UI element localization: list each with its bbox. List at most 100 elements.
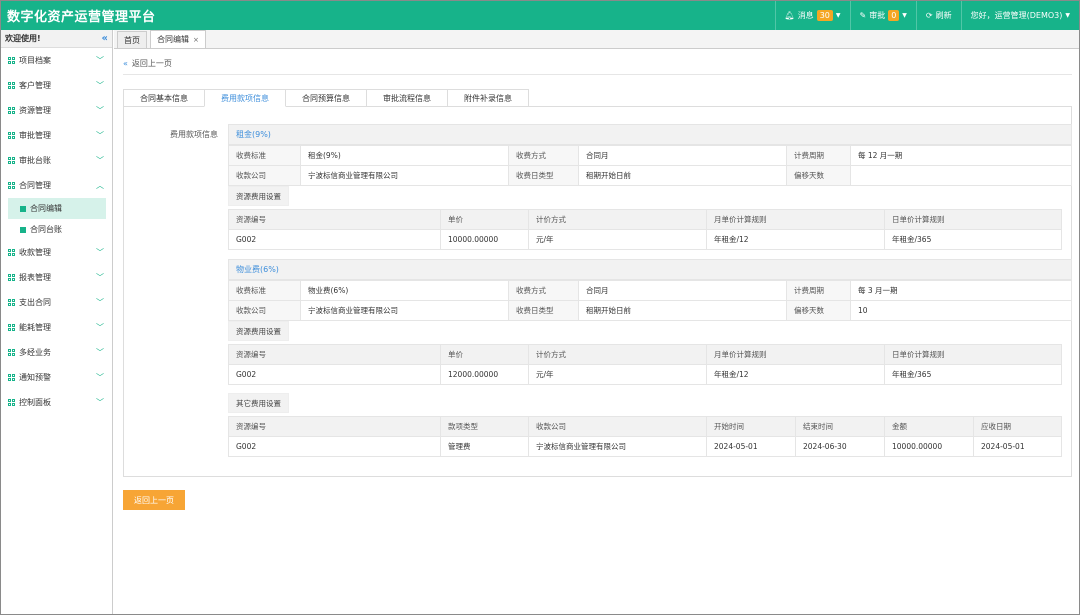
app-window: 数字化资产运营管理平台 🔔︎ 消息 30 ▼ ✎ 审批 0 ▼ ⟳ 刷新 您好，… [0, 0, 1080, 615]
other-fee-label: 其它费用设置 [228, 393, 289, 413]
table-header-row: 资源编号 单价 计价方式 月单价计算规则 日单价计算规则 [228, 344, 1062, 365]
sidebar-subitem-contract-edit[interactable]: 合同编辑 [8, 198, 106, 219]
sidebar-item-energy[interactable]: 能耗管理 ﹀ [1, 315, 112, 340]
sidebar-item-label: 能耗管理 [19, 323, 51, 332]
tab-home[interactable]: 首页 [117, 31, 147, 48]
sidebar-item-reports[interactable]: 报表管理 ﹀ [1, 265, 112, 290]
column-header: 收款公司 [528, 416, 707, 437]
square-icon [20, 226, 26, 233]
sidebar-item-resources[interactable]: 资源管理 ﹀ [1, 98, 112, 123]
column-header: 款项类型 [440, 416, 529, 437]
tab-fee-items[interactable]: 费用款项信息 [204, 89, 286, 107]
sidebar-item-approvals[interactable]: 审批管理 ﹀ [1, 123, 112, 148]
tab-label: 费用款项信息 [221, 93, 269, 103]
column-header: 金额 [884, 416, 974, 437]
grid-icon [8, 182, 15, 189]
field-label: 偏移天数 [786, 300, 851, 321]
page-tab-bar: 首页 合同编辑 × [114, 30, 1079, 49]
caret-down-icon: ▼ [902, 12, 907, 19]
column-header: 计价方式 [528, 344, 707, 365]
sidebar-subitem-label: 合同编辑 [30, 204, 62, 213]
refresh-button[interactable]: ⟳ 刷新 [915, 1, 961, 30]
tab-contract-basic[interactable]: 合同基本信息 [123, 89, 205, 107]
sidebar-item-label: 支出合同 [19, 298, 51, 307]
table-row: G002 12000.00000 元/年 年租金/12 年租金/365 [228, 364, 1062, 385]
chevron-down-icon: ﹀ [96, 81, 104, 90]
table-row: G002 10000.00000 元/年 年租金/12 年租金/365 [228, 229, 1062, 250]
square-icon [20, 205, 26, 212]
column-header: 开始时间 [706, 416, 796, 437]
fee-section-rent: 租金(9%) 收费标准 租金(9%) 收费方式 合同月 计费周期 每 12 月一… [228, 124, 1072, 250]
sidebar-item-expense-contracts[interactable]: 支出合同 ﹀ [1, 290, 112, 315]
sidebar-item-projects[interactable]: 项目档案 ﹀ [1, 48, 112, 73]
back-link-label: 返回上一页 [131, 59, 172, 68]
sidebar-header: 欢迎使用! « [1, 30, 112, 48]
chevron-down-icon: ﹀ [96, 156, 104, 165]
table-cell: 10000.00000 [884, 436, 974, 457]
bell-icon: 🔔︎ [784, 11, 795, 20]
field-label: 收款公司 [228, 165, 301, 186]
sidebar-subitem-label: 合同台账 [30, 225, 62, 234]
chevron-down-icon: ﹀ [96, 348, 104, 357]
field-value: 宁波标信商业管理有限公司 [300, 165, 509, 186]
approval-label: 审批 [869, 11, 886, 20]
tab-contract-budget[interactable]: 合同预算信息 [285, 89, 367, 107]
back-link[interactable]: « 返回上一页 [123, 58, 172, 69]
chevron-down-icon: ﹀ [96, 248, 104, 257]
sidebar-item-approval-ledger[interactable]: 审批台账 ﹀ [1, 148, 112, 173]
column-header: 资源编号 [228, 209, 441, 230]
user-menu[interactable]: 您好，运营管理(DEMO3) ▼ [960, 1, 1079, 30]
column-header: 资源编号 [228, 344, 441, 365]
other-fee-table: 资源编号 款项类型 收款公司 开始时间 结束时间 金额 应收日期 G002 管理… [228, 416, 1062, 457]
messages-button[interactable]: 🔔︎ 消息 30 ▼ [774, 1, 850, 30]
chevron-down-icon: ﹀ [96, 273, 104, 282]
back-button[interactable]: 返回上一页 [123, 490, 185, 510]
caret-down-icon: ▼ [1065, 12, 1070, 19]
column-header: 日单价计算规则 [884, 209, 1062, 230]
column-header: 结束时间 [795, 416, 885, 437]
field-value: 租期开始日前 [578, 300, 787, 321]
messages-count-badge: 30 [816, 10, 833, 21]
field-value: 10 [850, 300, 1072, 321]
tab-contract-edit[interactable]: 合同编辑 × [150, 30, 206, 48]
collapse-icon[interactable]: « [102, 33, 108, 44]
table-header-row: 资源编号 单价 计价方式 月单价计算规则 日单价计算规则 [228, 209, 1062, 230]
table-cell: 2024-05-01 [706, 436, 796, 457]
approval-button[interactable]: ✎ 审批 0 ▼ [849, 1, 916, 30]
tab-approval-flow[interactable]: 审批流程信息 [366, 89, 448, 107]
sidebar-item-label: 客户管理 [19, 81, 51, 90]
field-value: 合同月 [578, 145, 787, 166]
sidebar-item-alerts[interactable]: 通知预警 ﹀ [1, 365, 112, 390]
field-label: 收费方式 [508, 280, 579, 301]
resource-fee-table: 资源编号 单价 计价方式 月单价计算规则 日单价计算规则 G002 10000.… [228, 209, 1062, 250]
grid-icon [8, 274, 15, 281]
resource-fee-label: 资源费用设置 [228, 186, 289, 206]
sidebar-item-receipts[interactable]: 收款管理 ﹀ [1, 240, 112, 265]
column-header: 应收日期 [973, 416, 1062, 437]
sidebar-item-contracts[interactable]: 合同管理 ︿ [1, 173, 112, 198]
sidebar-item-control-panel[interactable]: 控制面板 ﹀ [1, 390, 112, 415]
table-row: 收费标准 租金(9%) 收费方式 合同月 计费周期 每 12 月一期 [228, 145, 1072, 166]
resource-fee-label: 资源费用设置 [228, 321, 289, 341]
top-bar: 数字化资产运营管理平台 🔔︎ 消息 30 ▼ ✎ 审批 0 ▼ ⟳ 刷新 您好，… [1, 1, 1079, 30]
pencil-icon: ✎ [859, 11, 867, 20]
tab-attachments[interactable]: 附件补录信息 [447, 89, 529, 107]
sidebar-subitem-contract-ledger[interactable]: 合同台账 [8, 219, 106, 240]
table-row: 收款公司 宁波标信商业管理有限公司 收费日类型 租期开始日前 偏移天数 10 [228, 300, 1072, 321]
grid-icon [8, 82, 15, 89]
fee-detail-table: 收费标准 物业费(6%) 收费方式 合同月 计费周期 每 3 月一期 收款公司 … [228, 280, 1072, 321]
sidebar-item-label: 审批管理 [19, 131, 51, 140]
sidebar-item-customers[interactable]: 客户管理 ﹀ [1, 73, 112, 98]
field-value: 合同月 [578, 280, 787, 301]
resource-fee-table: 资源编号 单价 计价方式 月单价计算规则 日单价计算规则 G002 12000.… [228, 344, 1062, 385]
field-label: 收费标准 [228, 280, 301, 301]
other-fee-section: 其它费用设置 资源编号 款项类型 收款公司 开始时间 结束时间 金额 应收日期 … [228, 393, 1072, 457]
close-icon[interactable]: × [193, 36, 199, 44]
grid-icon [8, 132, 15, 139]
field-value [850, 165, 1072, 186]
grid-icon [8, 324, 15, 331]
field-value: 物业费(6%) [300, 280, 509, 301]
refresh-icon: ⟳ [925, 11, 933, 20]
table-header-row: 资源编号 款项类型 收款公司 开始时间 结束时间 金额 应收日期 [228, 416, 1062, 437]
sidebar-item-multi-business[interactable]: 多经业务 ﹀ [1, 340, 112, 365]
